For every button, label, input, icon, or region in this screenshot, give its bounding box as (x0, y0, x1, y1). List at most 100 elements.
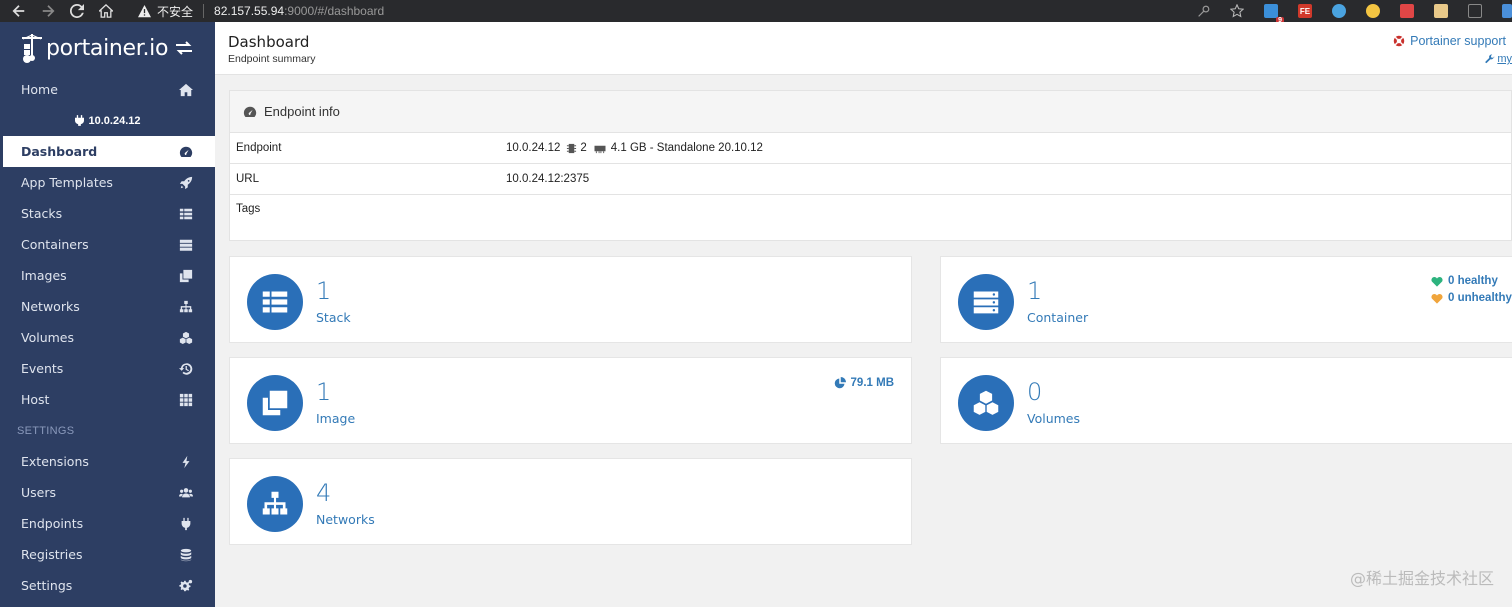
support-label: Portainer support (1410, 34, 1506, 48)
volumes-card[interactable]: 0 Volumes (940, 357, 1512, 444)
plug-icon (179, 517, 193, 531)
unhealthy-count: 0 unhealthy (1431, 292, 1512, 304)
sidebar-toggle-icon[interactable] (175, 40, 193, 56)
sidebar-item-registries[interactable]: Registries (0, 539, 215, 570)
window-extension-icon[interactable] (1468, 4, 1482, 18)
endpoint-address: 10.0.24.12 (506, 142, 561, 154)
warning-icon (138, 4, 151, 17)
cpu-count: 2 (580, 142, 587, 154)
endpoint-info-row-endpoint: Endpoint 10.0.24.12 2 4.1 GB - Standalon… (230, 133, 1511, 164)
server-icon (973, 291, 999, 314)
face-extension-icon[interactable] (1434, 4, 1448, 18)
sidebar-item-volumes[interactable]: Volumes (0, 322, 215, 353)
sidebar-item-users[interactable]: Users (0, 477, 215, 508)
sidebar-item-label: Networks (21, 299, 80, 314)
sidebar-item-host[interactable]: Host (0, 384, 215, 415)
notes-extension-icon[interactable] (1400, 4, 1414, 18)
tachometer-icon (243, 106, 257, 117)
page-subtitle: Endpoint summary (228, 53, 316, 65)
container-icon-circle (958, 274, 1014, 330)
tachometer-icon (179, 145, 193, 159)
stack-label: Stack (316, 310, 351, 325)
my-account-label: my (1497, 53, 1512, 65)
th-list-icon (262, 291, 288, 313)
networks-label: Networks (316, 512, 375, 527)
networks-count: 4 (316, 479, 332, 507)
sidebar-item-endpoints[interactable]: Endpoints (0, 508, 215, 539)
page-header: Dashboard Endpoint summary Portainer sup… (215, 22, 1512, 75)
endpoint-info-row-url: URL 10.0.24.12:2375 (230, 164, 1511, 195)
plug-icon (74, 115, 84, 126)
extension-badge-icon[interactable]: 9 (1264, 4, 1284, 24)
sidebar-item-label: Volumes (21, 330, 75, 345)
sidebar-item-home[interactable]: Home (0, 74, 215, 105)
sidebar-item-networks[interactable]: Networks (0, 291, 215, 322)
search-extension-icon[interactable] (1332, 4, 1346, 18)
reload-icon[interactable] (67, 0, 87, 22)
stack-card[interactable]: 1 Stack (229, 256, 912, 343)
endpoint-info-header: Endpoint info (230, 91, 1511, 133)
volumes-label: Volumes (1027, 411, 1081, 426)
sidebar-item-label: Events (21, 361, 64, 376)
volumes-count: 0 (1027, 378, 1043, 406)
history-icon (179, 362, 193, 376)
clone-icon (262, 390, 288, 416)
chrome-extension-icon[interactable] (1366, 4, 1380, 18)
sidebar-item-stacks[interactable]: Stacks (0, 198, 215, 229)
sidebar-item-containers[interactable]: Containers (0, 229, 215, 260)
sidebar-item-settings[interactable]: Settings (0, 570, 215, 601)
sitemap-icon (262, 491, 288, 515)
database-icon (179, 548, 193, 562)
healthy-count: 0 healthy (1431, 275, 1498, 287)
address-bar[interactable]: 82.157.55.94:9000/#/dashboard (214, 4, 384, 18)
puzzle-extension-icon[interactable] (1502, 4, 1512, 18)
rocket-icon (179, 176, 193, 190)
image-card[interactable]: 1 Image 79.1 MB (229, 357, 912, 444)
sidebar-item-extensions[interactable]: Extensions (0, 446, 215, 477)
info-key: Tags (236, 203, 261, 215)
sidebar-item-app-templates[interactable]: App Templates (0, 167, 215, 198)
endpoint-info-row-tags: Tags (230, 195, 1511, 240)
stack-icon-circle (247, 274, 303, 330)
endpoint-info-title: Endpoint info (264, 104, 340, 119)
sidebar-item-events[interactable]: Events (0, 353, 215, 384)
healthy-label: 0 healthy (1448, 275, 1498, 287)
sidebar-settings-heading: SETTINGS (17, 424, 75, 437)
image-label: Image (316, 411, 356, 426)
microchip-icon (567, 143, 577, 153)
key-icon[interactable] (1196, 4, 1210, 18)
cubes-icon (973, 390, 999, 415)
url-divider (203, 4, 205, 18)
browser-toolbar: 不安全 82.157.55.94:9000/#/dashboard 9 FE (0, 0, 1512, 24)
container-card[interactable]: 1 Container 0 healthy 0 unhealthy (940, 256, 1512, 343)
back-icon[interactable] (9, 0, 29, 22)
sidebar-item-images[interactable]: Images (0, 260, 215, 291)
sitemap-icon (179, 300, 193, 314)
bookmark-star-icon[interactable] (1230, 4, 1244, 18)
info-key: Endpoint (236, 142, 282, 154)
sidebar-item-label: Endpoints (21, 516, 84, 531)
stack-count: 1 (316, 277, 332, 305)
forward-icon[interactable] (38, 0, 58, 22)
portainer-support-link[interactable]: Portainer support (1393, 34, 1506, 48)
fe-extension-icon[interactable]: FE (1298, 4, 1312, 18)
brand-name: portainer.io (46, 35, 169, 61)
th-icon (179, 393, 193, 407)
clone-icon (179, 269, 193, 283)
portainer-logo[interactable]: portainer.io (20, 32, 168, 64)
sidebar-item-label: Settings (21, 578, 73, 593)
home-icon[interactable] (96, 0, 116, 22)
image-count: 1 (316, 378, 332, 406)
fe-extension-label: FE (1299, 6, 1311, 16)
sidebar-item-label: Containers (21, 237, 89, 252)
pie-chart-icon (834, 377, 846, 389)
container-label: Container (1027, 310, 1089, 325)
sidebar-item-label: Users (21, 485, 57, 500)
sidebar-item-label: Stacks (21, 206, 63, 221)
sidebar-item-label: Dashboard (21, 144, 98, 159)
my-account-link[interactable]: my (1485, 53, 1512, 65)
security-warning[interactable]: 不安全 (138, 3, 193, 20)
sidebar-item-label: Images (21, 268, 67, 283)
sidebar-item-dashboard[interactable]: Dashboard (0, 136, 215, 167)
networks-card[interactable]: 4 Networks (229, 458, 912, 545)
